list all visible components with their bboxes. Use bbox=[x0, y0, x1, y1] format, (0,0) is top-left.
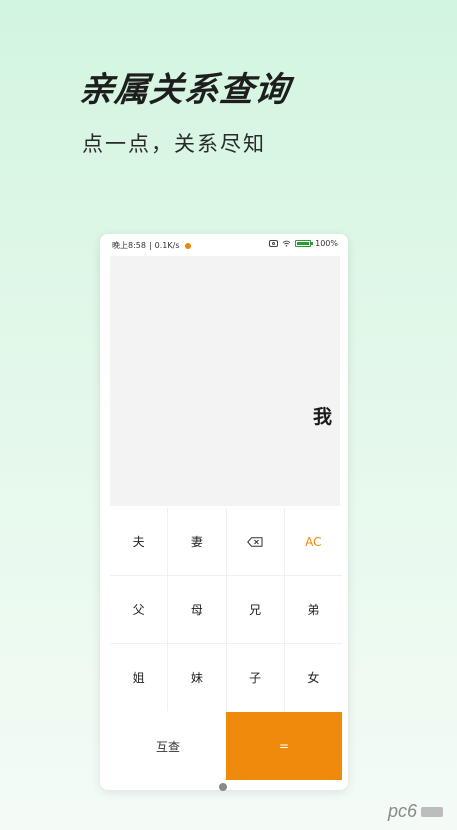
mutual-query-button[interactable]: 互查 bbox=[110, 712, 226, 780]
status-separator: | bbox=[148, 241, 152, 250]
battery-icon bbox=[295, 240, 314, 247]
status-speed: 0.1K/s bbox=[154, 241, 180, 250]
key-daughter[interactable]: 女 bbox=[284, 644, 342, 711]
key-grid: 夫 妻 AC 父 母 兄 弟 姐 妹 子 女 bbox=[110, 508, 342, 711]
page-indicator-dot bbox=[219, 783, 227, 791]
status-time: 晚上8:58 bbox=[112, 241, 146, 250]
phone-screen: 晚上8:58 | 0.1K/s 100% 我 夫 妻 AC 父 母 兄 弟 姐 … bbox=[100, 234, 348, 790]
promo-subtitle: 点一点，关系尽知 bbox=[82, 132, 266, 156]
status-bar: 晚上8:58 | 0.1K/s 100% bbox=[100, 234, 348, 256]
clear-all-button[interactable]: AC bbox=[284, 508, 342, 575]
key-elder-sister[interactable]: 姐 bbox=[110, 644, 168, 711]
key-wife[interactable]: 妻 bbox=[168, 508, 226, 575]
display-value: 我 bbox=[312, 406, 332, 428]
backspace-button[interactable] bbox=[226, 508, 284, 575]
status-left: 晚上8:58 | 0.1K/s bbox=[112, 240, 191, 251]
notification-dot-icon bbox=[184, 242, 191, 249]
keypad: 夫 妻 AC 父 母 兄 弟 姐 妹 子 女 互查 = bbox=[110, 508, 342, 780]
battery-percent: 100% bbox=[315, 239, 338, 248]
key-son[interactable]: 子 bbox=[226, 644, 284, 711]
key-husband[interactable]: 夫 bbox=[110, 508, 168, 575]
key-elder-brother[interactable]: 兄 bbox=[226, 576, 284, 643]
key-younger-sister[interactable]: 妹 bbox=[168, 644, 226, 711]
status-right: 100% bbox=[269, 239, 338, 248]
camera-icon bbox=[269, 240, 279, 247]
watermark-text: pc6 bbox=[387, 801, 417, 821]
watermark-box bbox=[421, 806, 443, 817]
key-father[interactable]: 父 bbox=[110, 576, 168, 643]
result-display: 我 bbox=[110, 256, 340, 506]
key-younger-brother[interactable]: 弟 bbox=[284, 576, 342, 643]
backspace-icon bbox=[247, 536, 263, 547]
bottom-row: 互查 = bbox=[110, 712, 342, 780]
key-mother[interactable]: 母 bbox=[168, 576, 226, 643]
wifi-icon bbox=[282, 240, 291, 247]
watermark-logo: pc6 bbox=[388, 801, 443, 822]
promo-title: 亲属关系查询 bbox=[77, 70, 292, 110]
equals-button[interactable]: = bbox=[226, 712, 342, 780]
